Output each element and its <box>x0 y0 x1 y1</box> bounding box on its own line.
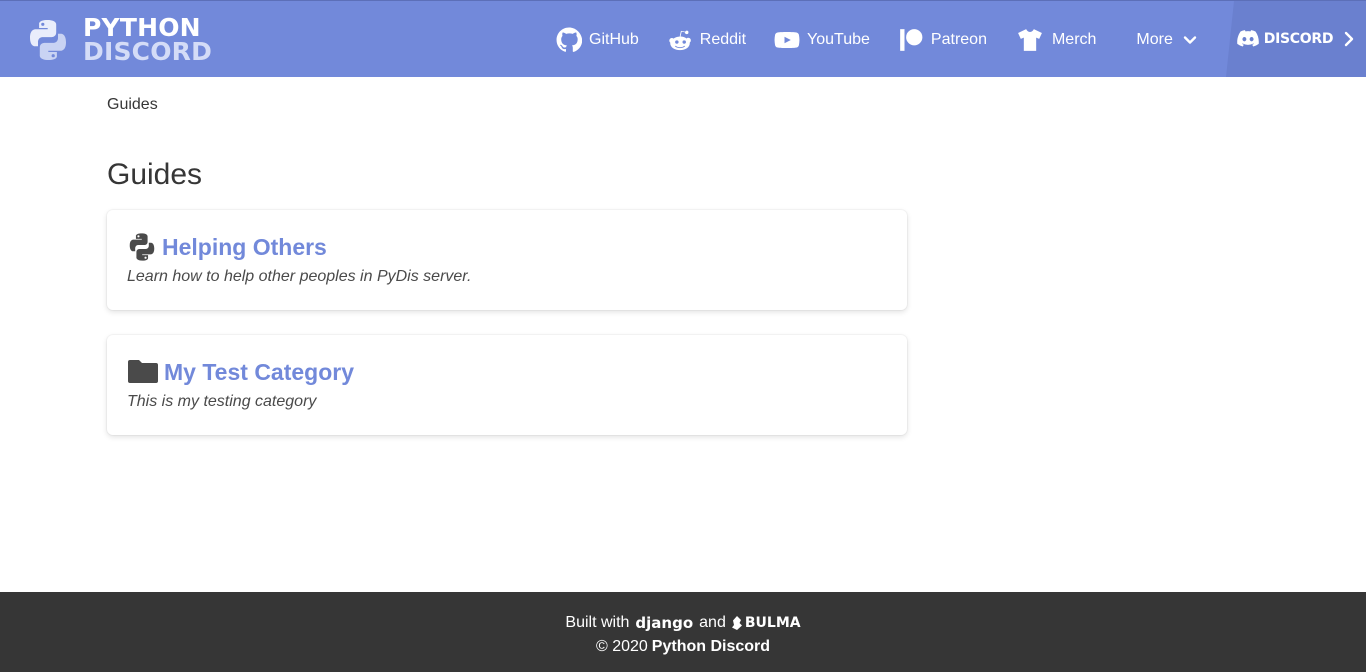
youtube-icon <box>774 31 800 48</box>
nav-more-label: More <box>1136 30 1173 48</box>
brand-line-discord: DISCORD <box>83 37 213 66</box>
nav-merch-label: Merch <box>1051 30 1097 48</box>
page-title: Guides <box>107 158 203 191</box>
footer-and: and <box>699 614 726 631</box>
chevron-down-icon <box>1183 35 1197 44</box>
reddit-icon <box>669 30 691 50</box>
nav-merch-link[interactable]: Merch <box>1015 27 1096 53</box>
guide-card: Helping Others Learn how to help other p… <box>107 210 907 310</box>
card-description: Learn how to help other peoples in PyDis… <box>127 268 472 285</box>
brand-home-link[interactable]: PYTHON DISCORD <box>26 15 212 65</box>
category-card: My Test Category This is my testing cate… <box>107 335 907 435</box>
nav-github-label: GitHub <box>589 30 639 48</box>
bulma-logo[interactable]: BULMA <box>731 615 801 631</box>
footer-credits: Built with django and BULMA <box>0 611 1366 635</box>
github-icon <box>556 27 582 52</box>
nav-reddit-label: Reddit <box>699 30 747 48</box>
card-title-link[interactable]: Helping Others <box>162 234 327 261</box>
nav-reddit-link[interactable]: Reddit <box>667 27 746 53</box>
discord-join-button[interactable]: DISCORD <box>1226 1 1366 77</box>
nav-youtube-label: YouTube <box>807 30 870 48</box>
django-logo[interactable]: django <box>635 614 693 632</box>
breadcrumb: Guides <box>107 96 158 113</box>
nav-github-link[interactable]: GitHub <box>556 27 639 53</box>
nav-patreon-label: Patreon <box>930 30 987 48</box>
footer-copyright: © 2020 Python Discord <box>0 635 1366 659</box>
card-header: Helping Others <box>127 230 887 264</box>
nav-links: GitHub Reddit YouTube Patreon Merch More <box>556 1 1197 78</box>
card-title-link[interactable]: My Test Category <box>164 359 354 386</box>
nav-more-dropdown[interactable]: More <box>1136 30 1197 49</box>
patreon-icon <box>900 28 923 51</box>
nav-patreon-link[interactable]: Patreon <box>898 27 987 53</box>
chevron-right-icon <box>1344 31 1354 47</box>
footer: Built with django and BULMA © 2020 Pytho… <box>0 592 1366 672</box>
footer-built-with: Built with <box>565 614 630 631</box>
discord-icon <box>1237 30 1259 47</box>
nav-youtube-link[interactable]: YouTube <box>774 27 870 53</box>
bulma-label: BULMA <box>744 615 801 631</box>
python-logo-icon <box>30 20 66 60</box>
discord-label: DISCORD <box>1263 31 1334 47</box>
card-header: My Test Category <box>127 355 887 389</box>
card-description: This is my testing category <box>127 393 317 410</box>
brand-text: PYTHON DISCORD <box>83 15 213 66</box>
footer-org-name: Python Discord <box>651 638 771 655</box>
folder-icon <box>128 360 158 383</box>
tshirt-icon <box>1018 28 1042 51</box>
python-icon <box>129 233 155 261</box>
footer-copyright-year: © 2020 <box>595 638 648 655</box>
navbar: PYTHON DISCORD GitHub Reddit YouTube Pat… <box>0 0 1366 77</box>
bulma-icon <box>731 616 742 630</box>
